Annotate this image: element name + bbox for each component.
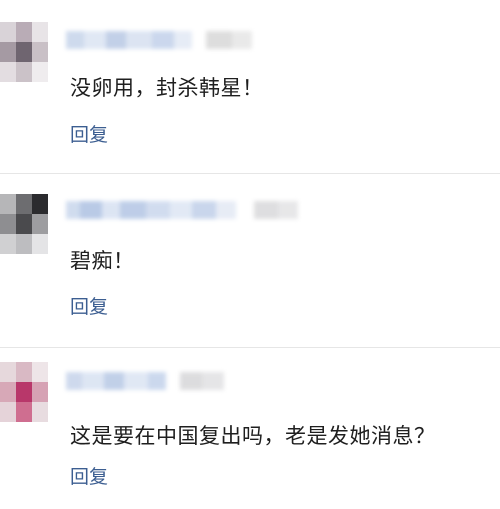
avatar[interactable] (0, 22, 48, 82)
reply-link[interactable]: 回复 (70, 292, 108, 319)
username-blurred[interactable] (66, 372, 224, 390)
comment-text: 这是要在中国复出吗，老是发她消息？ (70, 424, 436, 448)
username-blurred[interactable] (66, 201, 298, 219)
avatar[interactable] (0, 194, 48, 254)
avatar[interactable] (0, 362, 48, 422)
comment-item: 这是要在中国复出吗，老是发她消息？ 回复 (0, 342, 500, 509)
comment-text: 碧痴！ (70, 249, 135, 273)
reply-link[interactable]: 回复 (70, 120, 108, 147)
comment-item: 碧痴！ 回复 (0, 166, 500, 342)
comment-item: 没卵用，封杀韩星！ 回复 (0, 0, 500, 166)
username-blurred[interactable] (66, 31, 252, 49)
reply-link[interactable]: 回复 (70, 462, 108, 489)
comment-text: 没卵用，封杀韩星！ (70, 76, 264, 100)
